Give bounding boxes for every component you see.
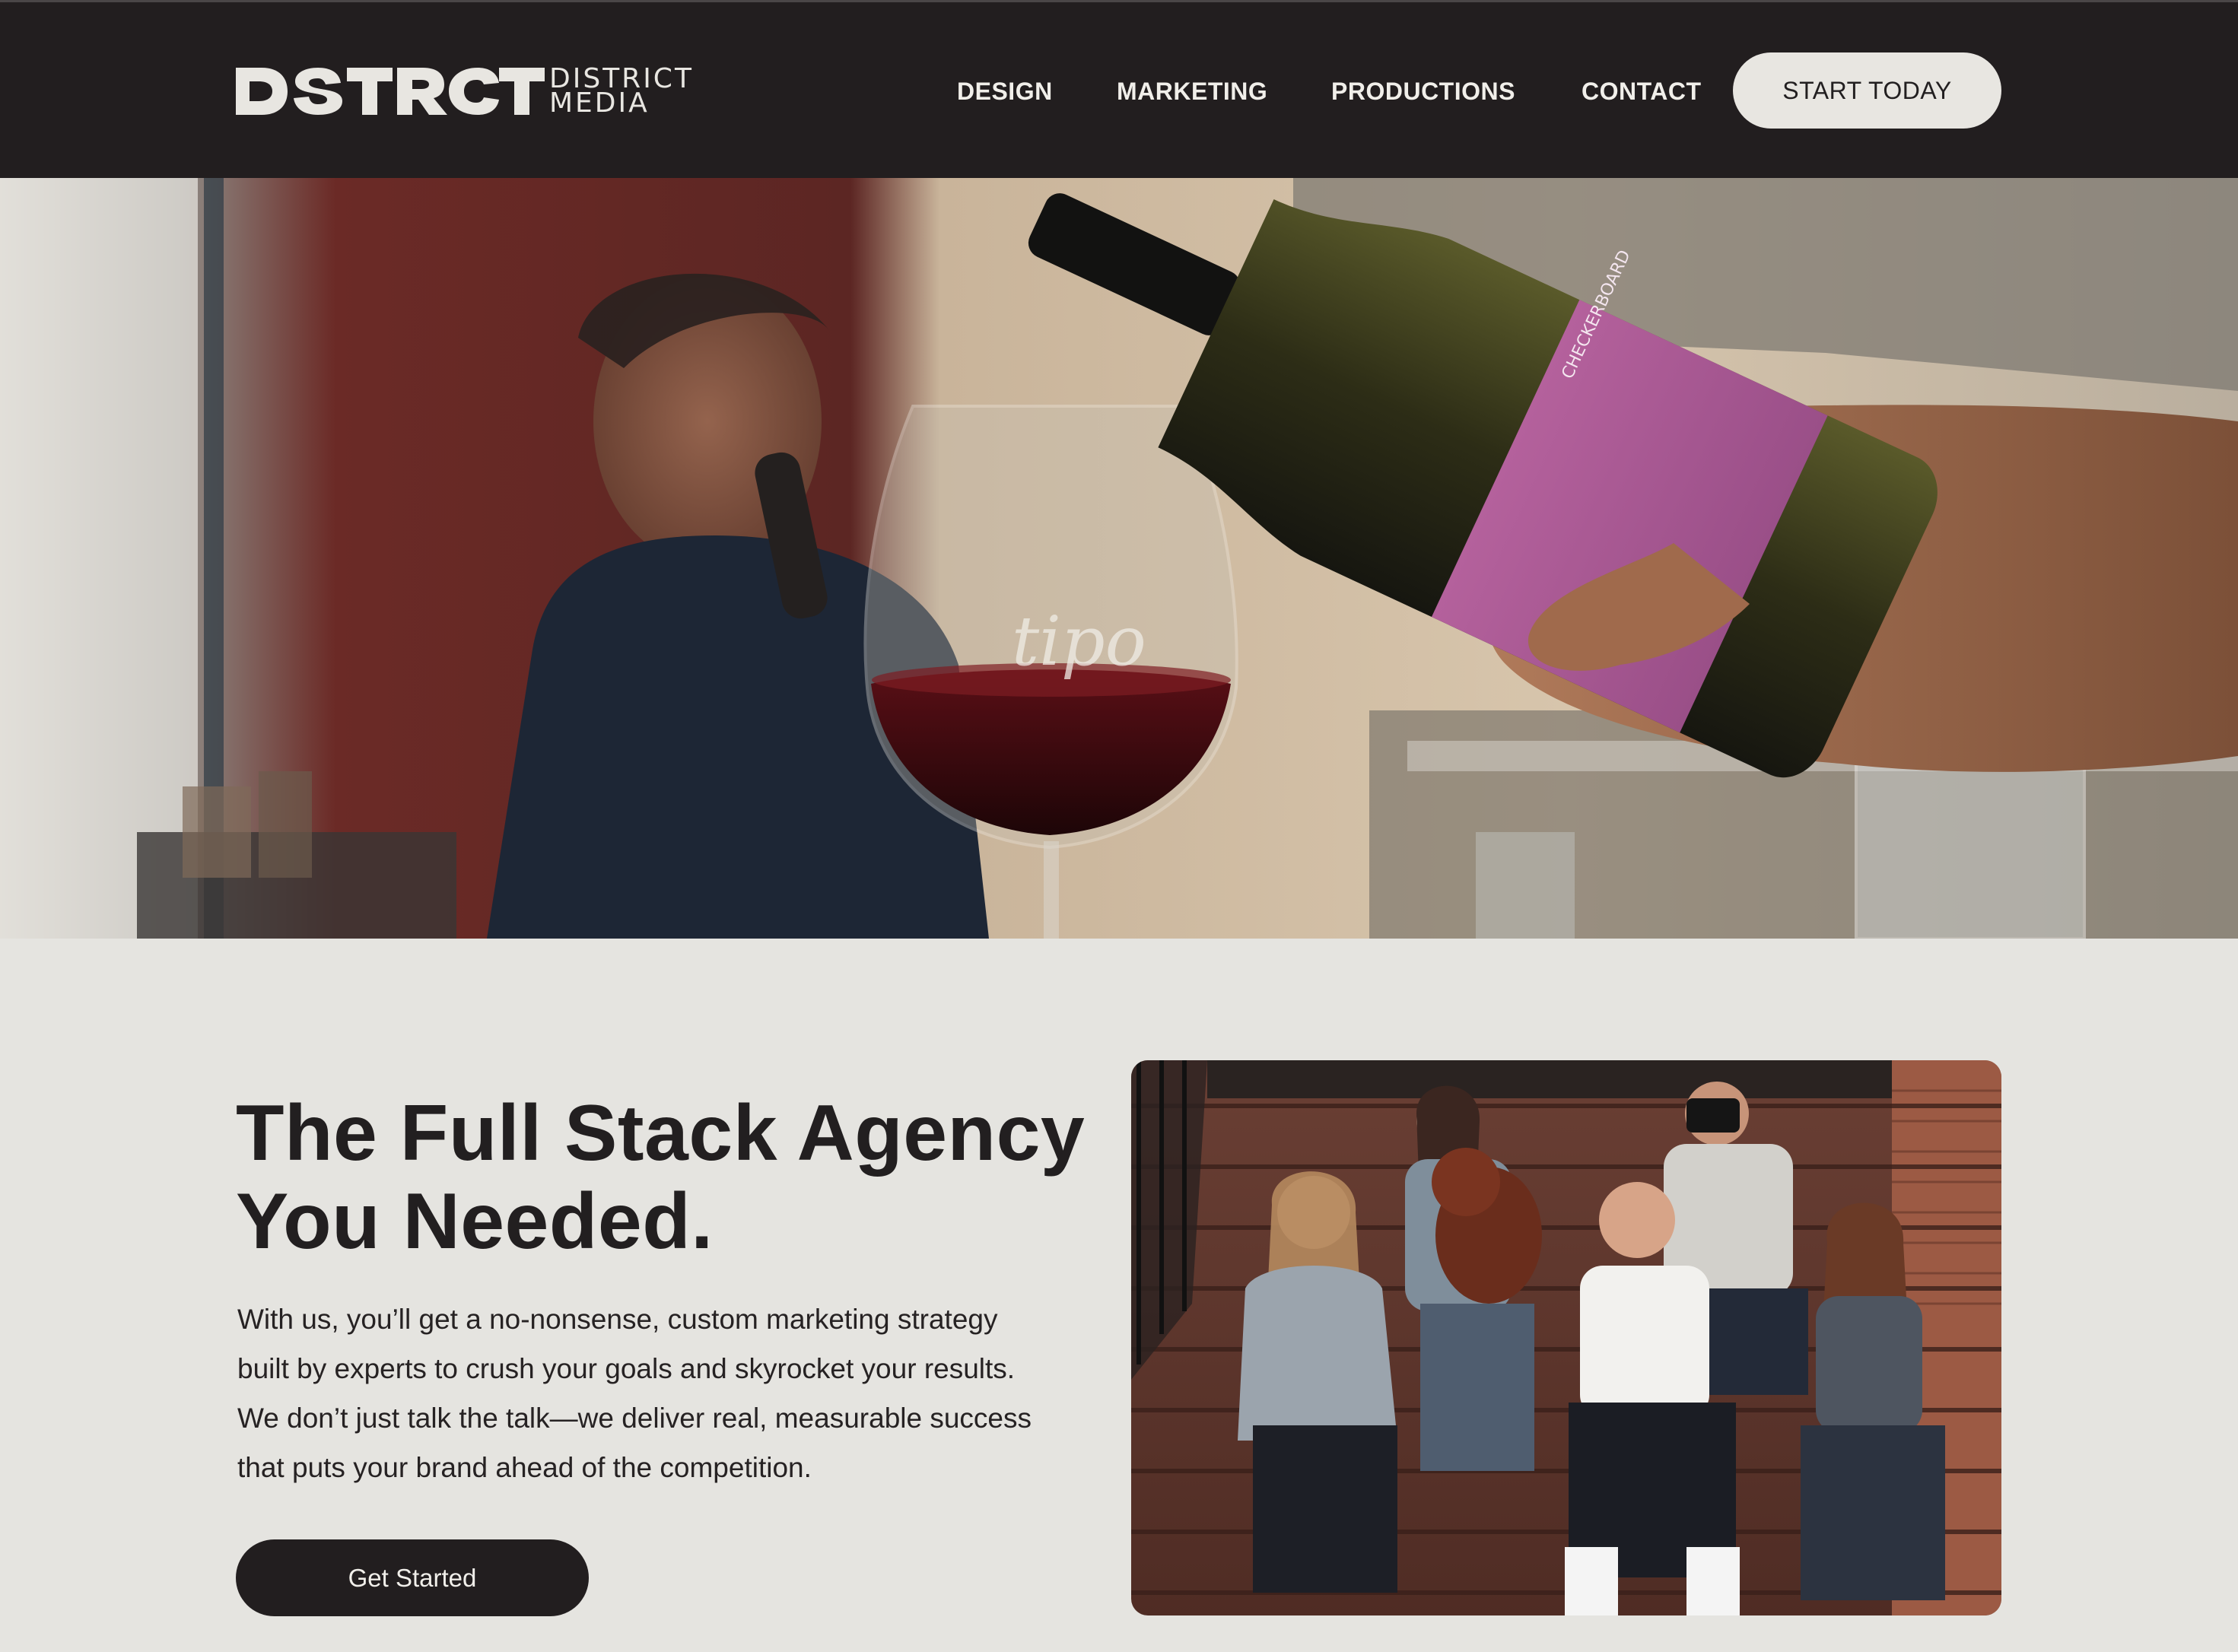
intro-paragraph: With us, you’ll get a no-nonsense, custo… <box>237 1295 1127 1492</box>
intro-line-3: We don’t just talk the talk—we deliver r… <box>237 1403 1032 1434</box>
team-on-stairs-illustration <box>1131 1060 2001 1615</box>
intro-line-1: With us, you’ll get a no-nonsense, custo… <box>237 1304 998 1335</box>
svg-text:tipo: tipo <box>1012 602 1146 681</box>
hero-image: tipo CHECKERBOARD <box>0 178 2238 939</box>
intro-line-4: that puts your brand ahead of the compet… <box>237 1452 812 1483</box>
wine-pour-illustration: tipo CHECKERBOARD <box>0 178 2238 939</box>
site-header: DISTRICT MEDIA DESIGN MARKETING PRODUCTI… <box>0 2 2238 178</box>
nav-contact[interactable]: CONTACT <box>1582 74 1702 109</box>
team-photo <box>1131 1060 2001 1615</box>
page-headline: The Full Stack Agency You Needed. <box>236 1089 1111 1266</box>
intro-line-2: built by experts to crush your goals and… <box>237 1353 1016 1384</box>
start-today-button[interactable]: START TODAY <box>1733 52 2001 129</box>
nav-design[interactable]: DESIGN <box>957 74 1053 109</box>
get-started-button[interactable]: Get Started <box>236 1539 589 1616</box>
nav-productions[interactable]: PRODUCTIONS <box>1331 74 1515 109</box>
headline-line-1: The Full Stack Agency <box>236 1089 1086 1177</box>
nav-marketing[interactable]: MARKETING <box>1117 74 1267 109</box>
headline-line-2: You Needed. <box>236 1177 714 1266</box>
